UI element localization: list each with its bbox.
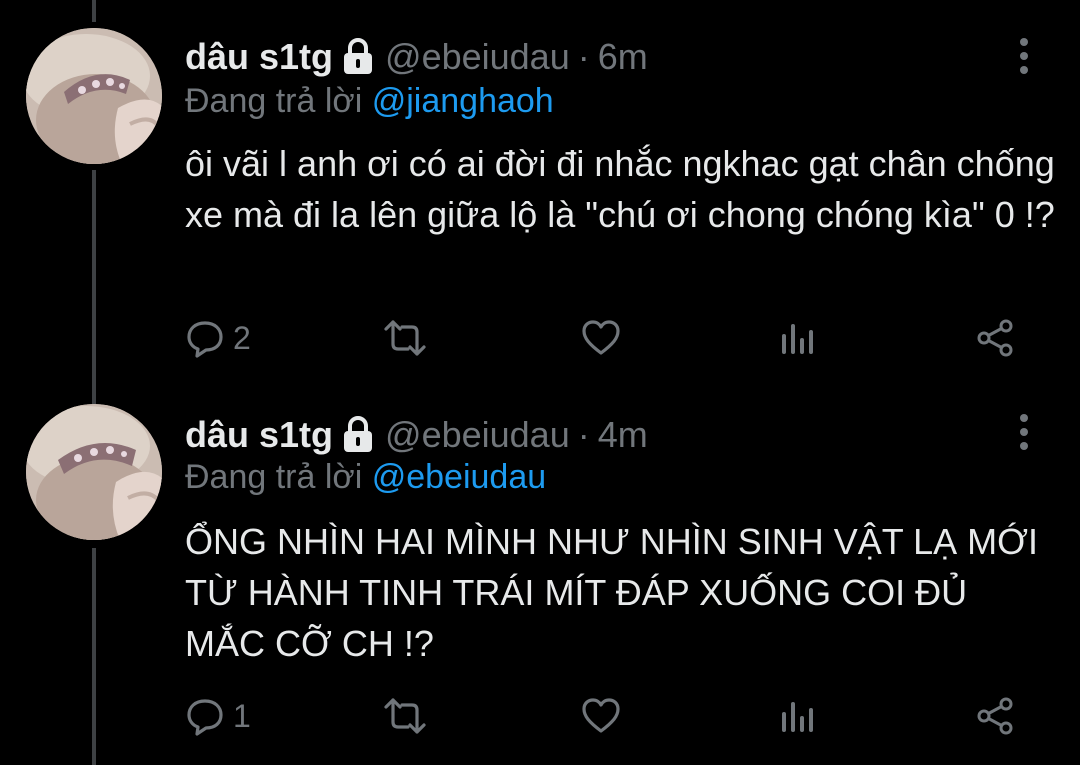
tweet-actions: 1 xyxy=(185,694,1025,738)
heart-icon xyxy=(582,320,620,355)
reply-button[interactable]: 1 xyxy=(185,694,251,738)
more-icon[interactable] xyxy=(1012,412,1036,452)
tweet-text: ỔNG NHÌN HAI MÌNH NHƯ NHÌN SINH VẬT LẠ M… xyxy=(185,521,1039,664)
reply-count: 1 xyxy=(233,697,251,734)
user-handle[interactable]: @ebeiudau xyxy=(385,36,570,78)
timeline-feed: dâu s1tg @ebeiudau · 6m Đang trả lời @ji… xyxy=(0,0,1080,765)
replying-to-label: Đang trả lời xyxy=(185,458,363,496)
retweet-button[interactable] xyxy=(383,694,435,738)
replying-to: Đang trả lời @jianghaoh xyxy=(185,82,554,121)
avatar[interactable] xyxy=(26,404,162,540)
analytics-button[interactable] xyxy=(779,316,815,360)
timestamp[interactable]: 6m xyxy=(598,36,648,78)
share-icon xyxy=(977,697,1013,735)
like-button[interactable] xyxy=(581,316,629,360)
reply-mention-link[interactable]: @jianghaoh xyxy=(372,82,554,120)
lock-icon xyxy=(344,416,373,452)
reply-icon xyxy=(187,699,223,736)
display-name[interactable]: dâu s1tg xyxy=(185,414,333,456)
tweet[interactable]: dâu s1tg @ebeiudau · 6m Đang trả lời @ji… xyxy=(0,0,1080,380)
share-button[interactable] xyxy=(975,694,1015,738)
analytics-button[interactable] xyxy=(779,694,815,738)
retweet-icon xyxy=(384,320,426,356)
tweet-header: dâu s1tg @ebeiudau · 6m xyxy=(185,34,648,80)
replying-to: Đang trả lời @ebeiudau xyxy=(185,458,546,497)
tweet-actions: 2 xyxy=(185,316,1025,360)
timestamp[interactable]: 4m xyxy=(598,414,648,456)
user-handle[interactable]: @ebeiudau xyxy=(385,414,570,456)
tweet-header: dâu s1tg @ebeiudau · 4m xyxy=(185,412,648,458)
analytics-icon xyxy=(782,324,813,354)
replying-to-label: Đang trả lời xyxy=(185,82,363,120)
reply-button[interactable]: 2 xyxy=(185,316,251,360)
tweet[interactable]: dâu s1tg @ebeiudau · 4m Đang trả lời @eb… xyxy=(0,380,1080,765)
heart-icon xyxy=(582,698,620,733)
avatar[interactable] xyxy=(26,28,162,164)
tweet-text: ôi vãi l anh ơi có ai đời đi nhắc ngkhac… xyxy=(185,143,1055,235)
reply-count: 2 xyxy=(233,319,251,356)
display-name[interactable]: dâu s1tg xyxy=(185,36,333,78)
separator-dot: · xyxy=(577,36,590,77)
like-button[interactable] xyxy=(581,694,629,738)
retweet-button[interactable] xyxy=(383,316,435,360)
reply-mention-link[interactable]: @ebeiudau xyxy=(372,458,546,496)
more-icon[interactable] xyxy=(1012,36,1036,76)
share-icon xyxy=(977,319,1013,357)
lock-icon xyxy=(344,38,373,74)
analytics-icon xyxy=(782,702,813,732)
separator-dot: · xyxy=(577,414,590,455)
retweet-icon xyxy=(384,698,426,734)
reply-icon xyxy=(187,321,223,358)
share-button[interactable] xyxy=(975,316,1015,360)
